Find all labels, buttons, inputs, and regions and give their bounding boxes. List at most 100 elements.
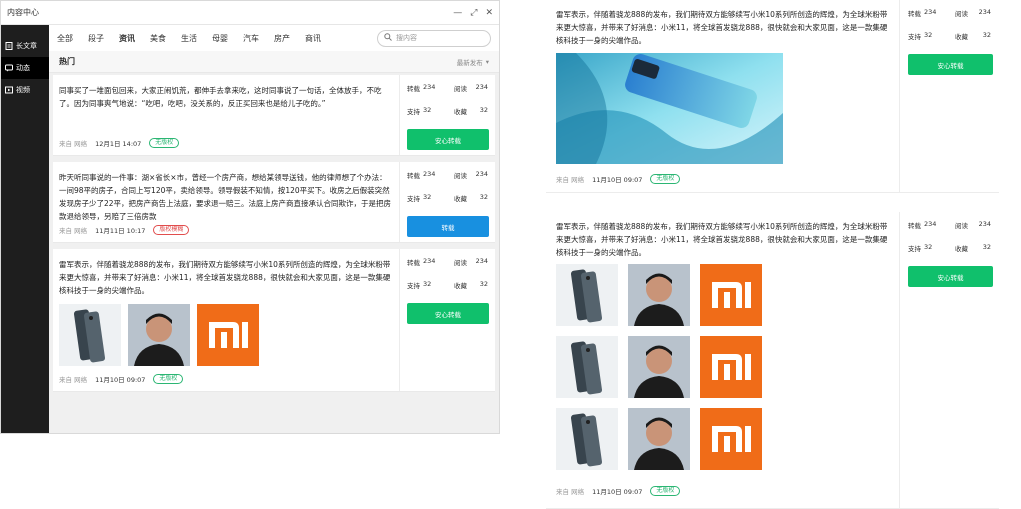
sidebar-item-dynamic[interactable]: 动态 bbox=[1, 57, 49, 79]
portrait-image[interactable] bbox=[628, 336, 690, 398]
phone-image[interactable] bbox=[59, 304, 121, 366]
source-label: 来自 网络 bbox=[59, 376, 88, 384]
document-icon bbox=[5, 42, 13, 50]
card-content: 昨天听同事说的一件事：湖×省长×市，曾经一个房产商，想给某领导送钱，他的律师想了… bbox=[53, 162, 399, 242]
tab-news[interactable]: 资讯 bbox=[119, 33, 135, 44]
tab-life[interactable]: 生活 bbox=[181, 33, 197, 44]
sidebar: 长文章 动态 视频 bbox=[1, 25, 49, 433]
card-meta: 来自 网络 11月10日 09:07 无版权 bbox=[556, 174, 681, 184]
portrait-image[interactable] bbox=[628, 264, 690, 326]
card-text: 雷军表示，伴随着骁龙888的发布，我们期待双方能够续写小米10系列所创造的辉煌，… bbox=[556, 222, 888, 257]
section-title: 热门 bbox=[59, 57, 75, 66]
mi-logo-image[interactable] bbox=[700, 408, 762, 470]
tab-auto[interactable]: 汽车 bbox=[243, 33, 259, 44]
safe-repost-button[interactable]: 安心转载 bbox=[908, 266, 993, 287]
phone-image[interactable] bbox=[556, 264, 618, 326]
search-icon bbox=[384, 33, 392, 43]
repost-label: 转载 bbox=[407, 259, 420, 267]
card-content: 雷军表示，伴随着骁龙888的发布，我们期待双方能够续写小米10系列所创造的辉煌，… bbox=[546, 212, 899, 508]
safe-repost-button[interactable]: 安心转载 bbox=[407, 129, 489, 150]
tab-jokes[interactable]: 段子 bbox=[88, 33, 104, 44]
card-stats: 转载 234 阅读 234 支持 32 收藏 32 安心转载 bbox=[399, 249, 495, 391]
sidebar-item-long-article[interactable]: 长文章 bbox=[1, 35, 49, 57]
card-content: 同事买了一堆面包回来，大家正闹饥荒，都伸手去拿来吃，这时同事说了一句话，全体放手… bbox=[53, 75, 399, 155]
source-label: 来自 网络 bbox=[556, 176, 585, 184]
video-icon bbox=[5, 86, 13, 94]
image-grid bbox=[556, 264, 893, 470]
collect-count: 32 bbox=[479, 193, 488, 201]
main-panel: 全部 段子 资讯 美食 生活 母婴 汽车 房产 商讯 搜内容 热门 最新发布 ▾ bbox=[49, 25, 499, 433]
repost-count: 234 bbox=[423, 170, 436, 178]
portrait-image[interactable] bbox=[128, 304, 190, 366]
repost-count: 234 bbox=[423, 83, 436, 91]
mi-logo-image[interactable] bbox=[197, 304, 259, 366]
read-count: 234 bbox=[475, 170, 488, 178]
stats-row: 转载 234 阅读 234 bbox=[407, 170, 489, 180]
safe-repost-button[interactable]: 安心转载 bbox=[407, 303, 489, 324]
mi-logo-image[interactable] bbox=[700, 264, 762, 326]
support-label: 支持 bbox=[908, 245, 921, 253]
category-tabs: 全部 段子 资讯 美食 生活 母婴 汽车 房产 商讯 搜内容 bbox=[49, 25, 499, 51]
collect-count: 32 bbox=[982, 31, 991, 39]
safe-repost-button[interactable]: 安心转载 bbox=[908, 54, 993, 75]
title-bar: 内容中心 — ⤢ ✕ bbox=[1, 1, 499, 25]
copyright-badge: 无版权 bbox=[153, 374, 184, 384]
tab-food[interactable]: 美食 bbox=[150, 33, 166, 44]
minimize-icon[interactable]: — bbox=[453, 8, 462, 18]
repost-label: 转载 bbox=[908, 10, 921, 18]
search-placeholder: 搜内容 bbox=[396, 34, 417, 42]
phone-banner-image[interactable] bbox=[556, 53, 783, 164]
sidebar-item-video[interactable]: 视频 bbox=[1, 79, 49, 101]
support-label: 支持 bbox=[407, 108, 420, 116]
card-stats: 转载 234 阅读 234 支持 32 收藏 32 安心转载 bbox=[899, 0, 999, 192]
tab-all[interactable]: 全部 bbox=[57, 33, 73, 44]
maximize-icon[interactable]: ⤢ bbox=[470, 8, 477, 18]
read-label: 阅读 bbox=[955, 10, 968, 18]
read-count: 234 bbox=[475, 83, 488, 91]
stats-row: 支持 32 收藏 32 bbox=[908, 243, 993, 253]
collect-label: 收藏 bbox=[454, 195, 467, 203]
sort-select-value: 最新发布 bbox=[456, 58, 483, 67]
close-icon[interactable]: ✕ bbox=[485, 8, 493, 18]
hot-header: 热门 最新发布 ▾ bbox=[49, 51, 499, 73]
stats-row: 转载 234 阅读 234 bbox=[908, 220, 993, 230]
card-meta: 来自 网络 11月11日 10:17 版权模糊 bbox=[59, 225, 190, 235]
card-meta: 来自 网络 11月10日 09:07 无版权 bbox=[556, 486, 681, 496]
support-count: 32 bbox=[423, 106, 432, 114]
mi-logo-image[interactable] bbox=[700, 336, 762, 398]
sidebar-item-label: 视频 bbox=[16, 86, 30, 94]
source-label: 来自 网络 bbox=[556, 488, 585, 496]
tab-realestate[interactable]: 房产 bbox=[274, 33, 290, 44]
stats-row: 转载 234 阅读 234 bbox=[407, 257, 489, 267]
stats-row: 支持 32 收藏 32 bbox=[908, 31, 993, 41]
tab-business[interactable]: 商讯 bbox=[305, 33, 321, 44]
phone-image[interactable] bbox=[556, 408, 618, 470]
content-card: 同事买了一堆面包回来，大家正闹饥荒，都伸手去拿来吃，这时同事说了一句话，全体放手… bbox=[53, 75, 495, 156]
sort-select[interactable]: 最新发布 ▾ bbox=[457, 57, 489, 67]
sidebar-item-label: 长文章 bbox=[16, 42, 37, 50]
search-input[interactable]: 搜内容 bbox=[377, 29, 491, 47]
repost-label: 转载 bbox=[908, 222, 921, 230]
portrait-image[interactable] bbox=[628, 408, 690, 470]
collect-label: 收藏 bbox=[955, 245, 968, 253]
preview-card: 雷军表示，伴随着骁龙888的发布，我们期待双方能够续写小米10系列所创造的辉煌，… bbox=[546, 0, 999, 193]
card-stats: 转载 234 阅读 234 支持 32 收藏 32 转载 bbox=[399, 162, 495, 242]
copyright-badge: 版权模糊 bbox=[153, 225, 190, 235]
stats-row: 支持 32 收藏 32 bbox=[407, 280, 489, 290]
copyright-badge: 无版权 bbox=[650, 174, 681, 184]
card-text: 雷军表示，伴随着骁龙888的发布，我们期待双方能够续写小米10系列所创造的辉煌，… bbox=[59, 260, 391, 295]
chat-icon bbox=[5, 64, 13, 72]
content-card: 雷军表示，伴随着骁龙888的发布，我们期待双方能够续写小米10系列所创造的辉煌，… bbox=[53, 249, 495, 392]
stats-row: 转载 234 阅读 234 bbox=[908, 8, 993, 18]
copyright-badge: 无版权 bbox=[149, 138, 180, 148]
card-stats: 转载 234 阅读 234 支持 32 收藏 32 安心转载 bbox=[399, 75, 495, 155]
tab-parenting[interactable]: 母婴 bbox=[212, 33, 228, 44]
read-label: 阅读 bbox=[955, 222, 968, 230]
support-label: 支持 bbox=[908, 33, 921, 41]
repost-label: 转载 bbox=[407, 85, 420, 93]
repost-button[interactable]: 转载 bbox=[407, 216, 489, 237]
card-text: 雷军表示，伴随着骁龙888的发布，我们期待双方能够续写小米10系列所创造的辉煌，… bbox=[556, 10, 888, 45]
collect-label: 收藏 bbox=[454, 108, 467, 116]
phone-image[interactable] bbox=[556, 336, 618, 398]
timestamp: 11月11日 10:17 bbox=[95, 227, 146, 235]
